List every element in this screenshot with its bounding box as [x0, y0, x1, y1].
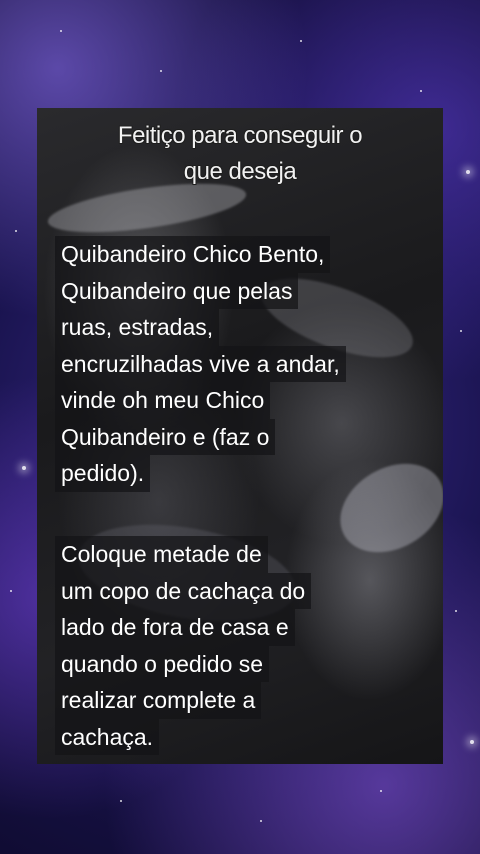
star-decoration — [420, 90, 422, 92]
title-line: que deseja — [183, 158, 297, 185]
star-decoration — [60, 30, 62, 32]
text-line: lado de fora de casa e — [55, 609, 295, 646]
star-decoration — [260, 820, 262, 822]
star-decoration — [466, 170, 470, 174]
text-line: quando o pedido se — [55, 645, 270, 682]
star-decoration — [380, 790, 382, 792]
invocation-paragraph: Quibandeiro Chico Bento, Quibandeiro que… — [55, 236, 346, 492]
text-line: Quibandeiro Chico Bento, — [55, 236, 331, 273]
text-line: vinde oh meu Chico — [55, 382, 271, 419]
star-decoration — [15, 230, 17, 232]
title-line: Feitiço para conseguir o — [117, 122, 363, 149]
text-line: encruzilhadas vive a andar, — [55, 345, 346, 382]
text-line: realizar complete a — [55, 682, 262, 719]
star-decoration — [22, 466, 26, 470]
star-decoration — [300, 40, 302, 42]
text-line: Quibandeiro que pelas — [55, 272, 299, 309]
star-decoration — [10, 590, 12, 592]
star-decoration — [470, 740, 474, 744]
spell-title: Feitiço para conseguir o que deseja — [70, 118, 410, 190]
star-decoration — [455, 610, 457, 612]
text-line: Coloque metade de — [55, 536, 268, 573]
text-line: pedido). — [55, 455, 151, 492]
star-decoration — [120, 800, 122, 802]
text-line: ruas, estradas, — [55, 309, 220, 346]
text-line: Quibandeiro e (faz o — [55, 418, 276, 455]
instruction-paragraph: Coloque metade de um copo de cachaça do … — [55, 536, 312, 755]
star-decoration — [460, 330, 462, 332]
text-line: cachaça. — [55, 718, 160, 755]
text-line: um copo de cachaça do — [55, 572, 312, 609]
star-decoration — [160, 70, 162, 72]
